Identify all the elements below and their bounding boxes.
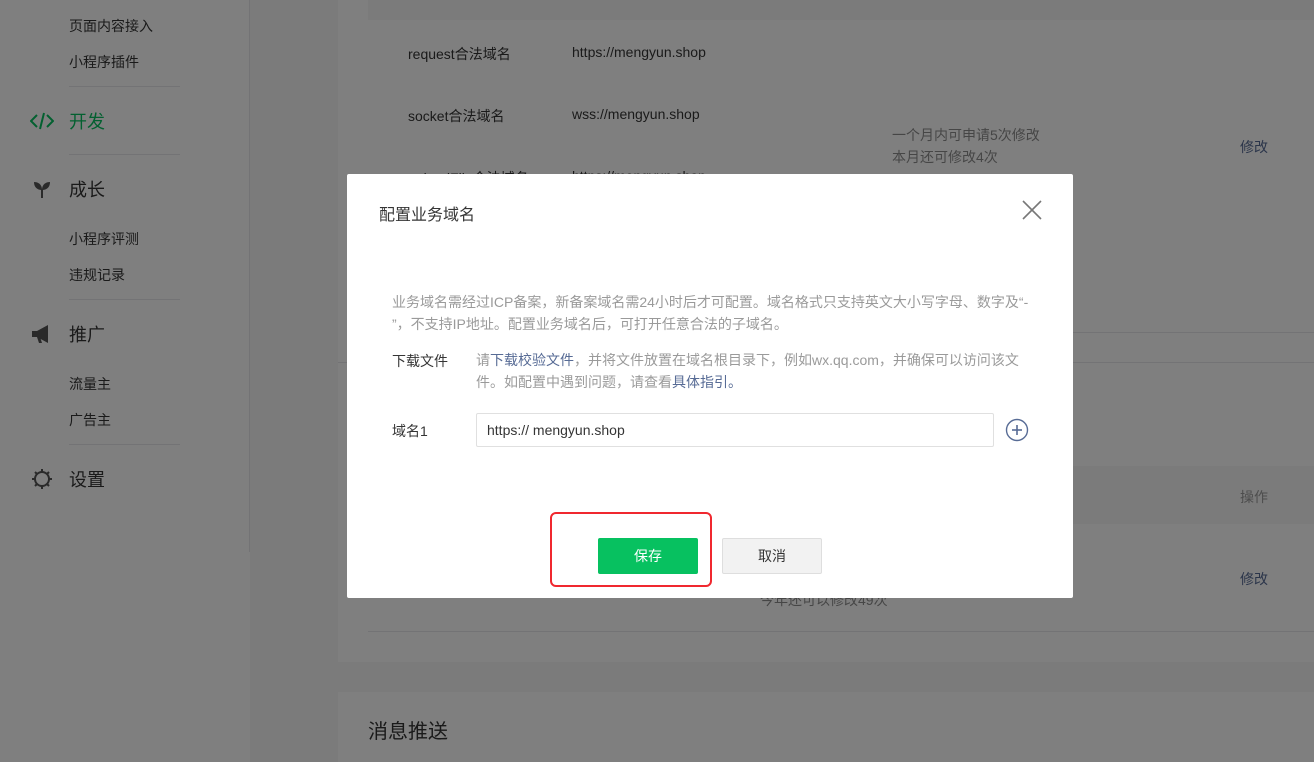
add-domain-icon[interactable]	[1005, 418, 1029, 442]
guide-link[interactable]: 具体指引。	[672, 374, 742, 390]
cancel-button[interactable]: 取消	[722, 538, 822, 574]
close-icon[interactable]	[1021, 199, 1043, 221]
dialog-title: 配置业务域名	[379, 207, 476, 224]
dialog-description: 业务域名需经过ICP备案，新备案域名需24小时后才可配置。域名格式只支持英文大小…	[392, 294, 1029, 332]
domain-input[interactable]	[476, 413, 994, 447]
download-instructions: 请下载校验文件，并将文件放置在域名根目录下，例如wx.qq.com，并确保可以访…	[476, 349, 1032, 393]
download-verify-file-link[interactable]: 下载校验文件	[490, 352, 574, 368]
download-text-before: 请	[476, 352, 490, 368]
download-file-label: 下载文件	[392, 353, 448, 369]
business-domain-dialog: 配置业务域名 业务域名需经过ICP备案，新备案域名需24小时后才可配置。域名格式…	[347, 174, 1073, 598]
save-button[interactable]: 保存	[598, 538, 698, 574]
domain-label: 域名1	[392, 423, 428, 439]
